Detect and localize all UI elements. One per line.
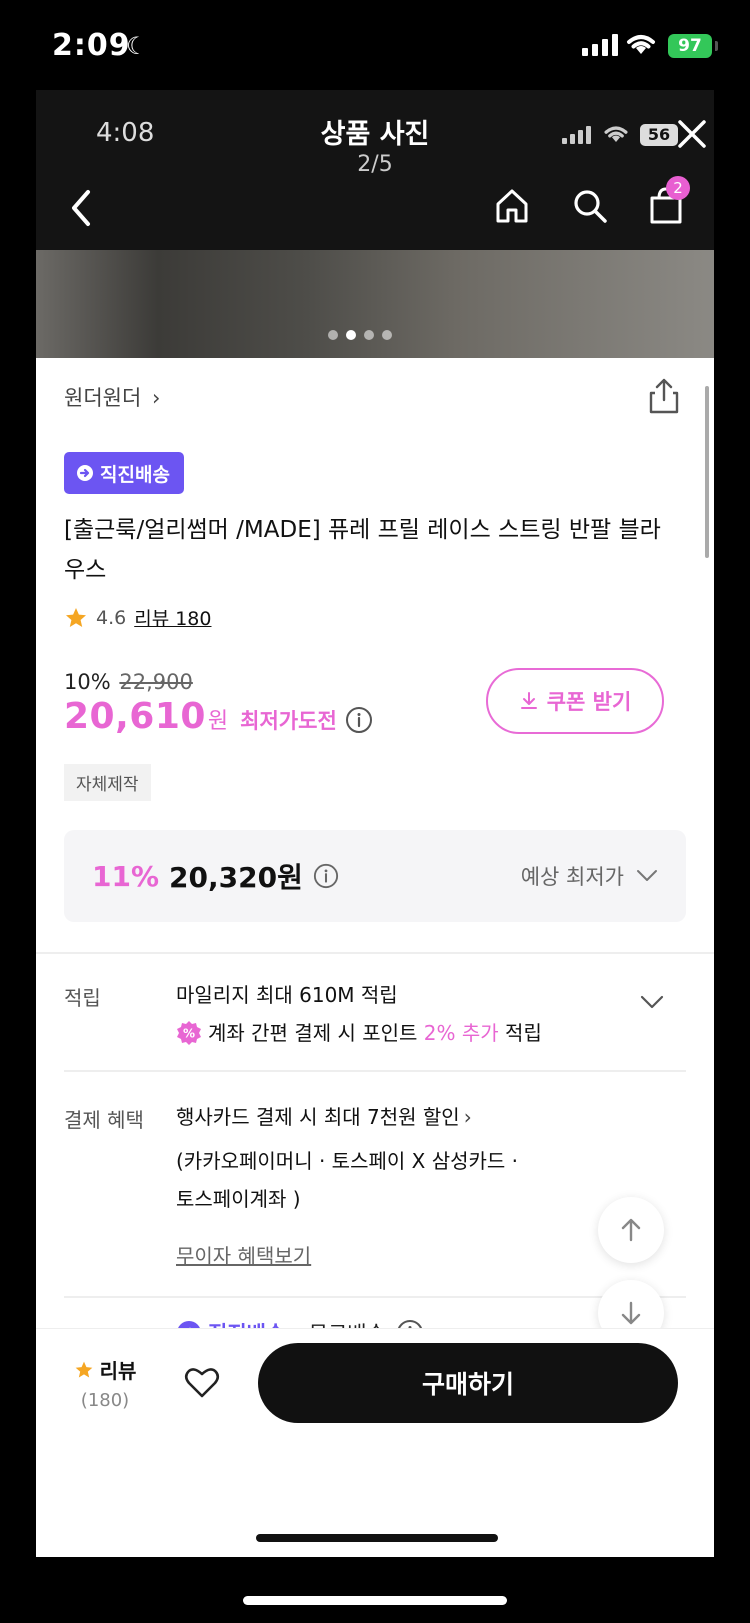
interest-free-benefit-link[interactable]: 무이자 혜택보기 bbox=[176, 1240, 311, 1269]
benefit-line-1-text: 행사카드 결제 시 최대 7천원 할인 bbox=[176, 1105, 460, 1129]
star-icon bbox=[66, 607, 86, 627]
discount-rate: 10% bbox=[64, 670, 111, 694]
moon-icon: ☾ bbox=[126, 32, 148, 60]
points-line-2: % 계좌 간편 결제 시 포인트 2% 추가 적립 bbox=[176, 1014, 542, 1052]
photo-counter: 2/5 bbox=[357, 152, 393, 177]
wifi-icon bbox=[627, 35, 655, 54]
discount-row: 10% 22,900 bbox=[64, 670, 373, 694]
brand-name: 원더원더 bbox=[64, 386, 142, 410]
cellular-signal-icon bbox=[582, 34, 618, 56]
points-line-1: 마일리지 최대 610M 적립 bbox=[176, 983, 398, 1007]
chevron-right-icon: › bbox=[151, 386, 161, 410]
pagination-dot bbox=[364, 330, 374, 340]
home-icon[interactable] bbox=[492, 186, 532, 226]
expected-price: 20,320원 bbox=[169, 861, 303, 894]
row-divider bbox=[64, 1070, 686, 1072]
sale-price: 20,610 bbox=[64, 696, 206, 737]
direct-delivery-label: 직진배송 bbox=[100, 463, 170, 486]
buy-button[interactable]: 구매하기 bbox=[258, 1343, 678, 1423]
benefit-line-3: 토스페이계좌 ) bbox=[176, 1187, 301, 1211]
battery-icon: 97 bbox=[668, 34, 718, 58]
svg-text:%: % bbox=[183, 1026, 195, 1040]
points-text-a: 계좌 간편 결제 시 포인트 bbox=[208, 1021, 424, 1045]
coupon-label: 쿠폰 받기 bbox=[546, 690, 632, 714]
heart-icon[interactable] bbox=[184, 1365, 220, 1399]
arrow-up-icon bbox=[621, 1218, 641, 1242]
inner-home-indicator bbox=[256, 1534, 498, 1542]
outer-time: 2:09 bbox=[52, 28, 131, 63]
expected-label: 예상 최저가 bbox=[521, 861, 658, 891]
rating-value: 4.6 bbox=[96, 606, 127, 629]
home-indicator bbox=[243, 1596, 507, 1605]
download-icon bbox=[520, 692, 537, 709]
app-screen: 4:08 상품 사진 2/5 56 2 원더원더 › 직진배송 [출근룩/얼리썸… bbox=[36, 90, 714, 1557]
bottom-review-top: 리뷰 bbox=[70, 1355, 140, 1384]
rating-row: 4.6 리뷰 180 bbox=[64, 604, 211, 631]
price-unit: 원 bbox=[207, 709, 229, 734]
chevron-down-icon[interactable] bbox=[640, 994, 664, 1010]
benefit-line-1[interactable]: 행사카드 결제 시 최대 7천원 할인 › bbox=[176, 1098, 472, 1136]
self-made-tag: 자체제작 bbox=[64, 764, 151, 801]
cart-count-badge: 2 bbox=[666, 176, 690, 200]
info-icon[interactable] bbox=[345, 706, 373, 734]
price-block: 10% 22,900 20,610 원 최저가도전 bbox=[64, 670, 373, 737]
benefit-line-2: (카카오페이머니 · 토스페이 X 삼성카드 · bbox=[176, 1149, 519, 1173]
outer-status-bar: 2:09 ☾ 97 bbox=[0, 0, 750, 90]
row-divider bbox=[64, 1296, 686, 1298]
price-row: 20,610 원 최저가도전 bbox=[64, 696, 373, 737]
benefit-label: 결제 혜택 bbox=[64, 1108, 144, 1132]
star-icon bbox=[75, 1361, 92, 1377]
inner-signal-icon bbox=[562, 126, 591, 144]
info-icon[interactable] bbox=[313, 863, 339, 889]
back-icon[interactable] bbox=[64, 186, 98, 230]
photo-viewer-header: 4:08 상품 사진 2/5 56 2 bbox=[36, 90, 714, 250]
points-label: 적립 bbox=[64, 986, 101, 1010]
points-bonus: 2% 추가 bbox=[423, 1021, 499, 1045]
bottom-review-label: 리뷰 bbox=[99, 1359, 137, 1383]
photo-pagination-dots bbox=[328, 330, 392, 340]
coupon-button[interactable]: 쿠폰 받기 bbox=[486, 668, 664, 734]
pagination-dot bbox=[382, 330, 392, 340]
scroll-up-button[interactable] bbox=[598, 1197, 664, 1263]
brand-link[interactable]: 원더원더 › bbox=[64, 382, 160, 412]
point-percent-icon: % bbox=[177, 1020, 201, 1045]
direct-delivery-icon bbox=[77, 465, 93, 481]
product-title: [출근룩/얼리썸머 /MADE] 퓨레 프릴 레이스 스트링 반팔 블라우스 bbox=[64, 517, 661, 583]
bottom-review-button[interactable]: 리뷰 (180) bbox=[70, 1355, 140, 1411]
share-icon[interactable] bbox=[646, 376, 682, 416]
original-price: 22,900 bbox=[119, 670, 193, 694]
arrow-down-icon bbox=[621, 1301, 641, 1325]
bottom-action-bar: 리뷰 (180) 구매하기 bbox=[36, 1328, 714, 1557]
section-divider bbox=[36, 952, 714, 954]
expected-label-text: 예상 최저가 bbox=[520, 865, 624, 889]
expected-rate: 11% bbox=[92, 859, 160, 893]
search-icon[interactable] bbox=[570, 186, 610, 226]
pagination-dot bbox=[328, 330, 338, 340]
product-photo[interactable] bbox=[36, 250, 714, 358]
inner-wifi-icon bbox=[604, 126, 628, 143]
lowest-price-challenge: 최저가도전 bbox=[240, 709, 337, 733]
expected-lowest-price[interactable]: 11% 20,320원 예상 최저가 bbox=[64, 830, 686, 922]
direct-delivery-badge: 직진배송 bbox=[64, 452, 184, 494]
close-icon[interactable] bbox=[672, 114, 712, 154]
pagination-dot-active bbox=[346, 330, 356, 340]
chevron-down-icon bbox=[637, 870, 657, 881]
review-link[interactable]: 리뷰 180 bbox=[134, 604, 211, 631]
bottom-review-count: (180) bbox=[80, 1390, 130, 1411]
points-text-c: 적립 bbox=[498, 1021, 542, 1045]
chevron-right-icon: › bbox=[463, 1105, 472, 1129]
scroll-indicator bbox=[705, 386, 709, 558]
